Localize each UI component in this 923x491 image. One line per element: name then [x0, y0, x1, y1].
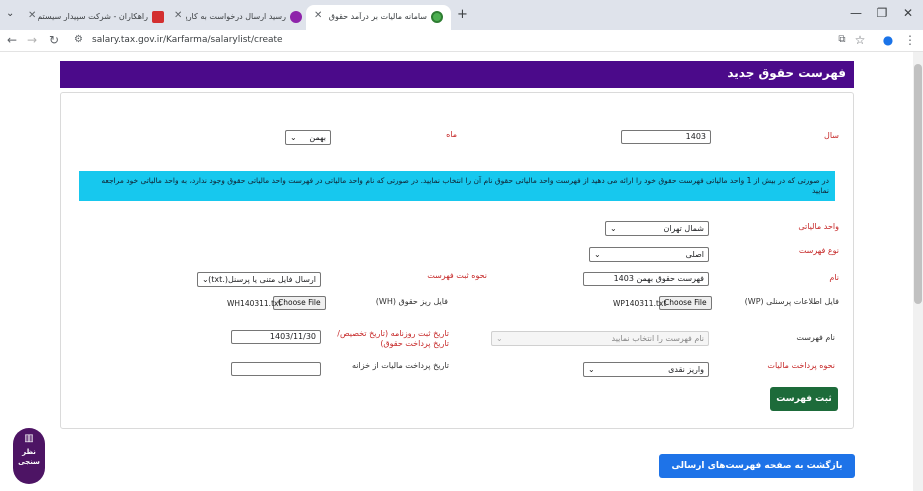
- bookmark-star-icon[interactable]: ☆: [852, 33, 868, 47]
- tab-label: سامانه مالیات بر درآمد حقوق: [328, 12, 427, 21]
- month-label: ماه: [446, 130, 457, 139]
- form-card: سال 1403 ماه ⌄ بهمن در صورتی که در بیش ا…: [60, 92, 854, 429]
- journal-date-input[interactable]: 1403/11/30: [231, 330, 321, 344]
- submit-method-select[interactable]: ⌄ ارسال فایل متنی یا پرسنل(.txt): [197, 272, 321, 287]
- profile-avatar-icon[interactable]: ●: [880, 33, 896, 47]
- receipt-favicon-icon: [290, 11, 302, 23]
- name-input[interactable]: فهرست حقوق بهمن 1403: [583, 272, 709, 286]
- tax-org-favicon-icon: [431, 11, 443, 23]
- back-to-sent-lists-button[interactable]: بازگشت به صفحه فهرست‌های ارسالی: [659, 454, 855, 478]
- close-icon[interactable]: ✕: [28, 10, 36, 21]
- chevron-down-icon: ⌄: [202, 275, 209, 284]
- forward-arrow-icon[interactable]: →: [24, 33, 40, 47]
- page-title: فهرست حقوق جدید: [727, 66, 846, 80]
- menu-kebab-icon[interactable]: ⋮: [902, 33, 918, 47]
- list-type-select-value: اصلی: [685, 250, 704, 259]
- name-label: نام: [829, 273, 839, 282]
- list-type-select[interactable]: ⌄ اصلی: [589, 247, 709, 262]
- browser-tab-strip: ⌄ ✕ راهکاران - شرکت سپیدار سیستم آ... ✕ …: [0, 0, 923, 30]
- restore-button[interactable]: ❐: [872, 6, 892, 20]
- minimize-button[interactable]: —: [846, 6, 866, 20]
- tab-salary-tax[interactable]: ✕ سامانه مالیات بر درآمد حقوق: [306, 5, 451, 30]
- wh-file-name: WH140311.txt: [227, 299, 282, 308]
- chevron-down-icon: ⌄: [290, 133, 297, 142]
- chart-icon: ▥: [24, 433, 34, 444]
- chevron-down-icon: ⌄: [610, 224, 617, 233]
- list-name-label: نام فهرست: [796, 333, 835, 342]
- payment-method-select[interactable]: ⌄ واریز نقدی: [583, 362, 709, 377]
- site-info-icon[interactable]: ⚙: [74, 34, 83, 45]
- url-text: salary.tax.gov.ir/Karfarma/salarylist/cr…: [92, 35, 283, 45]
- submit-list-button[interactable]: ثبت فهرست: [770, 387, 838, 411]
- rahkaran-favicon-icon: [152, 11, 164, 23]
- reload-icon[interactable]: ↻: [46, 33, 62, 47]
- payment-method-label: نحوه پرداخت مالیات: [767, 361, 835, 370]
- wp-file-label: فایل اطلاعات پرسنلی (WP): [744, 297, 839, 306]
- treasury-date-input[interactable]: [231, 362, 321, 376]
- translate-icon[interactable]: ⧉: [834, 33, 850, 47]
- back-arrow-icon[interactable]: ←: [4, 33, 20, 47]
- page-header-bar: فهرست حقوق جدید: [60, 61, 854, 88]
- month-select[interactable]: ⌄ بهمن: [285, 130, 331, 145]
- list-name-select-placeholder: نام فهرست را انتخاب نمایید: [611, 334, 704, 343]
- submit-method-label: نحوه ثبت فهرست: [427, 271, 487, 280]
- new-tab-button[interactable]: +: [457, 7, 468, 22]
- chevron-down-icon: ⌄: [496, 334, 503, 343]
- wh-file-label: فایل ریز حقوق (WH): [375, 297, 448, 306]
- tab-search-icon[interactable]: ⌄: [6, 8, 14, 19]
- close-icon[interactable]: ✕: [174, 10, 182, 21]
- tab-label: رسید ارسال درخواست به کارپوشه: [186, 12, 286, 21]
- year-label: سال: [824, 131, 839, 140]
- feedback-label-1: نظر: [22, 448, 36, 456]
- feedback-label-2: سنجی: [18, 458, 40, 466]
- feedback-survey-button[interactable]: ▥ نظر سنجی: [13, 428, 45, 484]
- chevron-down-icon: ⌄: [588, 365, 595, 374]
- close-icon[interactable]: ✕: [314, 10, 322, 21]
- close-window-button[interactable]: ✕: [898, 6, 918, 20]
- wp-file-name: WP140311.txt: [613, 299, 667, 308]
- tax-unit-select-value: شمال تهران: [663, 224, 704, 233]
- year-input[interactable]: 1403: [621, 130, 711, 144]
- chevron-down-icon: ⌄: [594, 250, 601, 259]
- scrollbar-thumb[interactable]: [914, 64, 922, 304]
- payment-method-select-value: واریز نقدی: [668, 365, 704, 374]
- tab-label: راهکاران - شرکت سپیدار سیستم آ...: [38, 12, 148, 21]
- treasury-date-label: تاریخ پرداخت مالیات از خزانه: [351, 361, 449, 370]
- address-bar[interactable]: ⚙ salary.tax.gov.ir/Karfarma/salarylist/…: [68, 32, 838, 50]
- page-content: فهرست حقوق جدید سال 1403 ماه ⌄ بهمن در ص…: [0, 52, 923, 491]
- page-scrollbar[interactable]: [913, 52, 923, 491]
- browser-toolbar: ← → ↻ ⚙ salary.tax.gov.ir/Karfarma/salar…: [0, 30, 923, 52]
- list-name-select: ⌄ نام فهرست را انتخاب نمایید: [491, 331, 709, 346]
- info-alert: در صورتی که در بیش از 1 واحد مالیاتی فهر…: [79, 171, 835, 201]
- submit-method-select-value: ارسال فایل متنی یا پرسنل(.txt): [208, 275, 316, 284]
- wp-choose-file-button[interactable]: Choose File: [659, 296, 712, 310]
- month-select-value: بهمن: [309, 133, 326, 142]
- tax-unit-label: واحد مالیاتی: [798, 222, 839, 231]
- list-type-label: نوع فهرست: [798, 246, 839, 255]
- tab-receipt[interactable]: ✕ رسید ارسال درخواست به کارپوشه: [168, 5, 308, 30]
- journal-date-label: تاریخ ثبت روزنامه (تاریخ تخصیص/ تاریخ پر…: [337, 329, 449, 348]
- tax-unit-select[interactable]: ⌄ شمال تهران: [605, 221, 709, 236]
- tab-rahkaran[interactable]: ✕ راهکاران - شرکت سپیدار سیستم آ...: [22, 5, 170, 30]
